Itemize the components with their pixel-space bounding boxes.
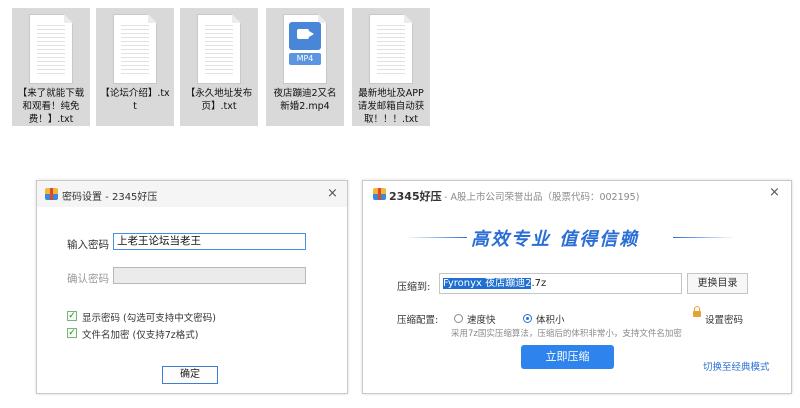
- classic-mode-link[interactable]: 切换至经典模式: [703, 359, 770, 373]
- change-directory-button[interactable]: 更换目录: [687, 273, 748, 294]
- compress-now-button[interactable]: 立即压缩: [521, 345, 614, 369]
- path-label: 压缩到:: [397, 282, 431, 293]
- encrypt-names-label: 文件名加密 (仅支持7z格式): [82, 330, 199, 341]
- text-file-icon: [29, 14, 73, 84]
- file-item[interactable]: 【论坛介绍】.txt: [96, 8, 174, 126]
- file-item[interactable]: 最新地址及APP请发邮箱自动获取！！！.txt: [352, 8, 430, 126]
- output-path-input[interactable]: Fyronyx 夜店蹦迪2.7z: [439, 273, 682, 294]
- file-item[interactable]: 【来了就能下载和观看！纯免费！】.txt: [12, 8, 90, 126]
- text-file-icon: [197, 14, 241, 84]
- encrypt-names-checkbox[interactable]: ✓: [67, 328, 77, 338]
- password-input[interactable]: 上老王论坛当老王: [113, 233, 306, 250]
- slogan: 高效专业 值得信赖: [471, 229, 640, 250]
- text-file-icon: [113, 14, 157, 84]
- app-logo-icon: [45, 188, 58, 200]
- file-item[interactable]: MP4 夜店蹦迪2又名新婚2.mp4: [266, 8, 344, 126]
- confirm-password-input[interactable]: [113, 267, 306, 284]
- show-password-checkbox[interactable]: ✓: [67, 311, 77, 321]
- compression-hint: 采用7z国实压缩算法，压缩后的体积非常小，支持文件名加密: [451, 329, 682, 339]
- slogan-divider-right: [673, 237, 735, 238]
- app-brand: 2345好压: [389, 190, 442, 203]
- file-name: 夜店蹦迪2又名新婚2.mp4: [273, 88, 337, 112]
- file-name: 最新地址及APP请发邮箱自动获取！！！.txt: [357, 88, 425, 125]
- path-extension: .7z: [531, 278, 547, 289]
- file-type-tag: MP4: [289, 53, 321, 65]
- small-size-option-label: 体积小: [536, 315, 565, 326]
- lock-icon: [693, 306, 701, 317]
- small-size-radio[interactable]: [523, 314, 532, 323]
- dialog-title: 密码设置 - 2345好压: [62, 192, 158, 203]
- selected-path-text: Fyronyx 夜店蹦迪2: [443, 278, 532, 289]
- set-password-link[interactable]: 设置密码: [705, 312, 743, 326]
- show-password-label: 显示密码 (勾选可支持中文密码): [82, 313, 216, 324]
- password-dialog: 密码设置 - 2345好压 × 输入密码 上老王论坛当老王 确认密码 ✓ 显示密…: [36, 180, 348, 394]
- file-item[interactable]: 【永久地址发布页】.txt: [180, 8, 258, 126]
- fast-radio[interactable]: [454, 314, 463, 323]
- slogan-divider-left: [405, 237, 467, 238]
- compress-dialog: 2345好压 - A股上市公司荣誉出品（股票代码：002195) × 高效专业 …: [362, 180, 792, 394]
- ok-button[interactable]: 确定: [162, 366, 218, 384]
- text-file-icon: [369, 14, 413, 84]
- file-name: 【论坛介绍】.txt: [100, 88, 170, 112]
- video-camera-icon: [289, 22, 321, 50]
- dialog-titlebar: 密码设置 - 2345好压 ×: [37, 181, 347, 207]
- file-name: 【永久地址发布页】.txt: [185, 88, 253, 112]
- confirm-password-label: 确认密码: [67, 273, 109, 285]
- file-name: 【来了就能下载和观看！纯免费！】.txt: [17, 88, 85, 125]
- close-icon[interactable]: ×: [327, 186, 338, 201]
- brand-subtitle: - A股上市公司荣誉出品（股票代码：002195): [444, 192, 640, 203]
- config-label: 压缩配置:: [397, 315, 439, 326]
- app-logo-icon: [373, 188, 386, 200]
- enter-password-label: 输入密码: [67, 239, 109, 251]
- close-icon[interactable]: ×: [769, 185, 780, 200]
- fast-option-label: 速度快: [467, 315, 496, 326]
